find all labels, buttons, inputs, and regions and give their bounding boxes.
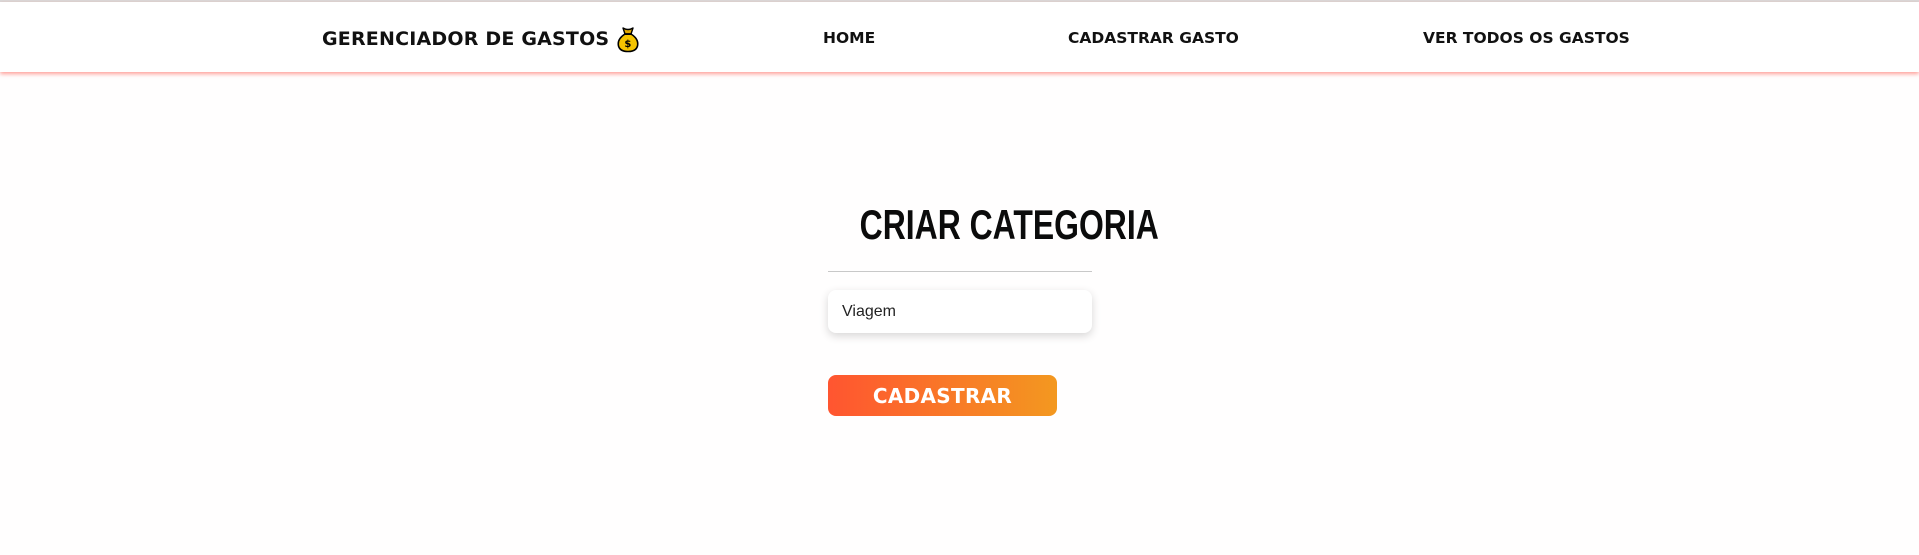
nav-link-ver-todos-os-gastos[interactable]: VER TODOS OS GASTOS (1423, 29, 1630, 47)
cadastrar-button[interactable]: CADASTRAR (828, 375, 1057, 416)
category-name-input[interactable] (828, 290, 1092, 333)
brand-title: GERENCIADOR DE GASTOS (322, 28, 610, 50)
navbar: GERENCIADOR DE GASTOS $ HOME CADASTRAR G… (0, 2, 1919, 72)
create-category-form: CRIAR CATEGORIA CADASTRAR (828, 195, 1159, 416)
money-bag-icon: $ (615, 25, 641, 53)
page-title: CRIAR CATEGORIA (859, 201, 1159, 248)
svg-text:$: $ (625, 39, 632, 50)
nav-link-cadastrar-gasto[interactable]: CADASTRAR GASTO (1068, 29, 1239, 47)
brand[interactable]: GERENCIADOR DE GASTOS $ (322, 24, 641, 54)
nav-link-home[interactable]: HOME (823, 29, 875, 47)
title-divider (828, 271, 1092, 272)
